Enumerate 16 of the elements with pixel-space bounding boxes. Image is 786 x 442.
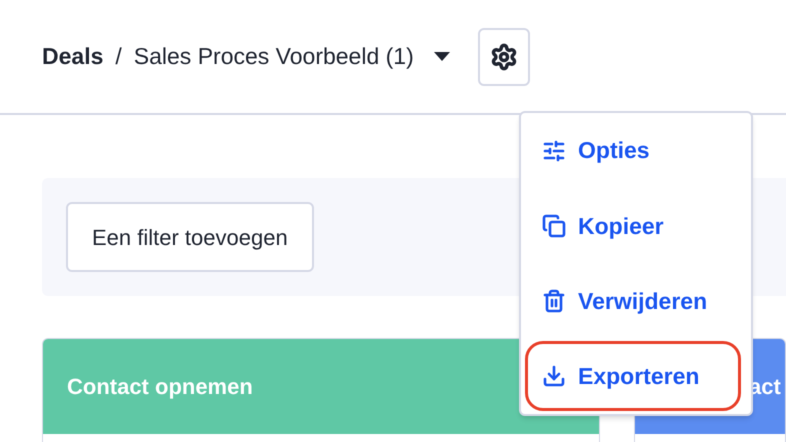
menu-item[interactable]: Kopieer — [525, 190, 741, 261]
breadcrumb-separator: / — [115, 42, 122, 72]
menu-item[interactable]: Verwijderen — [525, 266, 741, 336]
menu-item[interactable]: Opties — [525, 116, 741, 186]
settings-button[interactable] — [478, 28, 530, 86]
add-filter-button[interactable]: Een filter toevoegen — [66, 202, 314, 272]
sliders-icon — [542, 138, 566, 163]
download-icon — [542, 364, 566, 388]
column-title: Contact opnemen — [67, 373, 253, 401]
pipeline-title: Sales Proces Voorbeeld (1) — [134, 42, 414, 72]
trash-icon — [542, 289, 566, 314]
caret-icon[interactable] — [434, 52, 450, 62]
settings-icon — [490, 42, 518, 70]
copy-icon — [542, 214, 566, 238]
breadcrumb-root[interactable]: Deals — [42, 39, 104, 74]
menu-item[interactable]: Exporteren — [525, 341, 741, 412]
